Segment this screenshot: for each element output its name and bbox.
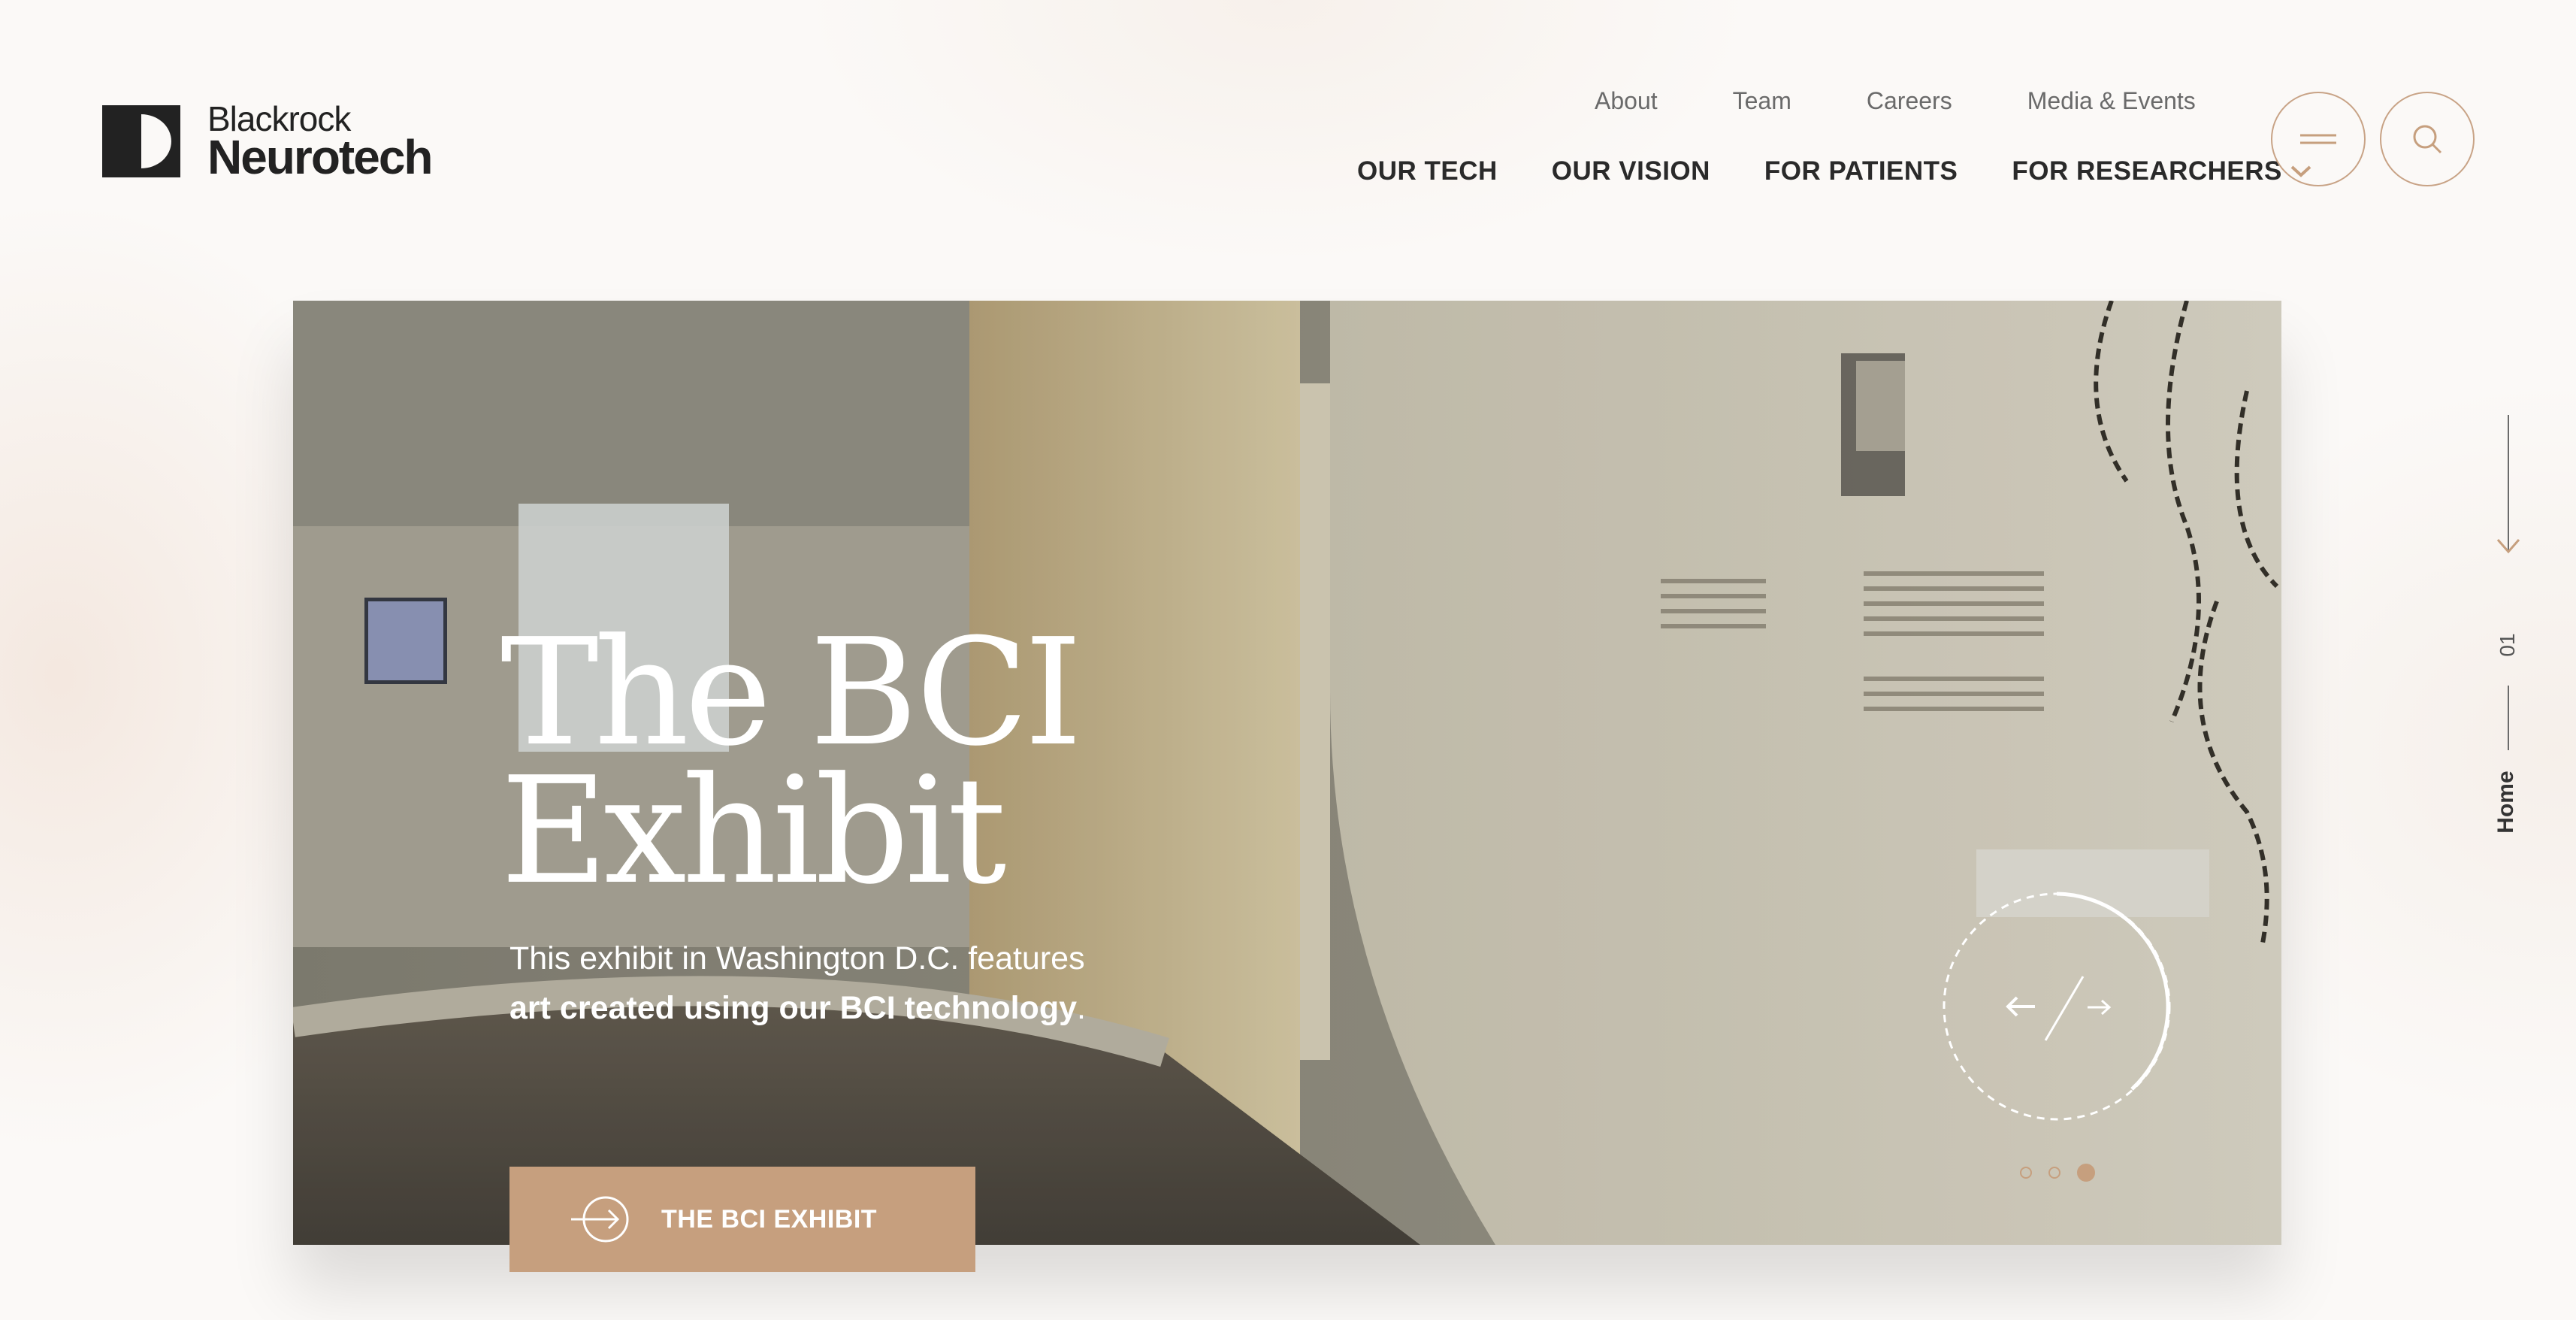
hero-title-line2: Exhibit — [500, 746, 1006, 917]
menu-button[interactable] — [2271, 92, 2366, 186]
hero-subtitle: This exhibit in Washington D.C. features… — [509, 934, 1086, 1033]
nav-item-for-researchers-label: FOR RESEARCHERS — [2012, 156, 2282, 186]
hero-subtitle-period: . — [1077, 990, 1086, 1026]
nav-link-media-events[interactable]: Media & Events — [2027, 87, 2196, 115]
brand-logo[interactable]: Blackrock Neurotech — [102, 101, 433, 181]
nav-link-about[interactable]: About — [1595, 87, 1658, 115]
nav-item-for-patients[interactable]: FOR PATIENTS — [1764, 156, 1958, 186]
nav-item-our-vision[interactable]: OUR VISION — [1552, 156, 1710, 186]
arrow-right-icon[interactable] — [2086, 998, 2112, 1016]
arrow-left-icon[interactable] — [2005, 995, 2036, 1018]
slide-dot-2[interactable] — [2048, 1167, 2060, 1179]
section-label: Home — [2493, 771, 2518, 834]
nav-link-careers[interactable]: Careers — [1867, 87, 1952, 115]
hero-subtitle-line1: This exhibit in Washington D.C. features — [509, 940, 1085, 976]
primary-nav: OUR TECH OUR VISION FOR PATIENTS FOR RES… — [1357, 156, 2312, 186]
nav-item-our-tech[interactable]: OUR TECH — [1357, 156, 1498, 186]
hero-subtitle-bold: art created using our BCI technology — [509, 990, 1077, 1026]
hero-title: The BCI Exhibit — [500, 619, 1082, 905]
slide-dot-3[interactable] — [2077, 1164, 2095, 1182]
slide-indicators — [2020, 1164, 2095, 1182]
search-icon — [2413, 125, 2442, 154]
hamburger-icon — [2300, 134, 2336, 144]
logo-mark-icon — [102, 105, 180, 177]
nav-item-for-researchers[interactable]: FOR RESEARCHERS — [2012, 156, 2311, 186]
cta-button[interactable]: THE BCI EXHIBIT — [509, 1167, 975, 1272]
search-button[interactable] — [2380, 92, 2475, 186]
section-number: 01 — [2496, 633, 2519, 657]
arrow-right-circle-icon — [571, 1196, 629, 1243]
slide-dot-1[interactable] — [2020, 1167, 2032, 1179]
slider-controls — [1940, 890, 2173, 1123]
slider-ring-icon — [1943, 892, 2171, 1121]
nav-link-team[interactable]: Team — [1733, 87, 1791, 115]
arrow-down-icon[interactable] — [2493, 415, 2523, 555]
rail-divider — [2508, 686, 2509, 750]
cta-label: THE BCI EXHIBIT — [661, 1204, 878, 1234]
logo-text-line2: Neurotech — [207, 130, 433, 184]
secondary-nav: About Team Careers Media & Events — [1595, 87, 2196, 115]
